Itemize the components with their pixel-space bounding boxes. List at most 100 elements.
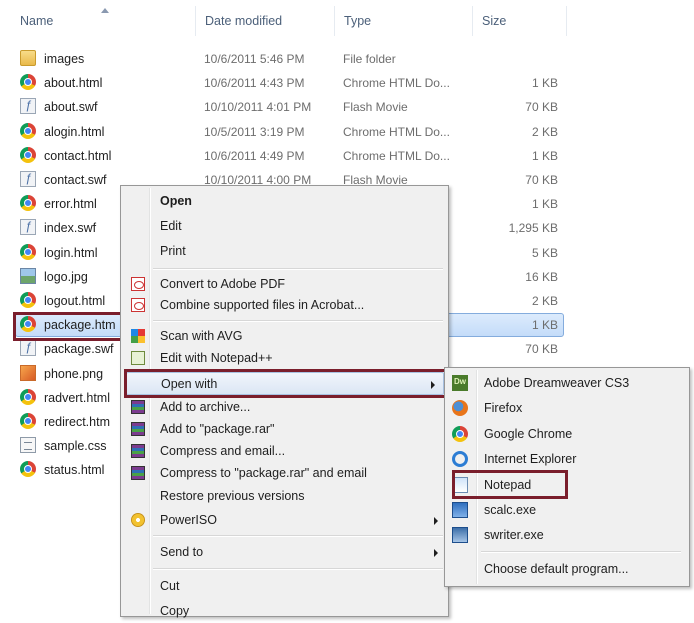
file-name: redirect.htm — [44, 415, 110, 429]
file-size: 70 KB — [525, 342, 558, 357]
menu-item-label: Restore previous versions — [160, 489, 305, 503]
file-row[interactable]: contact.html 10/6/2011 4:49 PM Chrome HTML… — [16, 144, 566, 168]
file-size: 2 KB — [531, 294, 558, 308]
menu-item-label: Convert to Adobe PDF — [160, 277, 286, 291]
column-divider[interactable] — [566, 6, 567, 36]
menu-item-compress-rar-email[interactable]: Compress to "package.rar" and email — [121, 462, 446, 485]
submenu-item-choose-default[interactable]: Choose default program... — [445, 558, 687, 581]
menu-item-open[interactable]: Open — [121, 190, 446, 213]
flash-icon — [20, 219, 36, 236]
submenu-arrow-icon — [434, 549, 438, 557]
file-size: 16 KB — [525, 269, 558, 284]
chrome-icon — [20, 122, 36, 139]
submenu-item-scalc[interactable]: scalc.exe — [445, 499, 687, 522]
column-size-header[interactable]: Size — [482, 14, 506, 28]
spreadsheet-icon — [452, 502, 468, 518]
menu-item-label: Adobe Dreamweaver CS3 — [484, 376, 630, 390]
menu-item-scan-avg[interactable]: Scan with AVG — [121, 325, 446, 348]
menu-item-cut[interactable]: Cut — [121, 575, 446, 598]
menu-item-label: Scan with AVG — [160, 329, 243, 343]
menu-separator — [153, 320, 443, 322]
menu-item-label: Choose default program... — [484, 562, 629, 576]
menu-item-label: Edit with Notepad++ — [160, 351, 273, 365]
menu-item-copy[interactable]: Copy — [121, 600, 446, 623]
winrar-icon — [131, 422, 145, 436]
image-icon — [20, 267, 36, 284]
file-type: Chrome HTML Do... — [343, 148, 450, 163]
css-icon — [20, 437, 36, 454]
column-name-header[interactable]: Name — [20, 14, 53, 28]
menu-item-label: Edit — [160, 219, 182, 233]
menu-item-poweriso[interactable]: PowerISO — [121, 509, 446, 532]
chrome-icon — [20, 461, 36, 478]
menu-separator — [481, 551, 681, 553]
adobe-pdf-icon — [131, 277, 145, 291]
submenu-item-firefox[interactable]: Firefox — [445, 397, 687, 420]
chrome-icon — [20, 146, 36, 163]
menu-item-add-archive[interactable]: Add to archive... — [121, 396, 446, 419]
menu-item-send-to[interactable]: Send to — [121, 541, 446, 564]
file-size: 5 KB — [531, 245, 558, 260]
file-highlight-box — [13, 312, 124, 341]
file-size: 2 KB — [531, 124, 558, 139]
file-size: 1 KB — [531, 148, 558, 163]
writer-icon — [452, 527, 468, 543]
column-type-header[interactable]: Type — [344, 14, 371, 28]
menu-item-compress-email[interactable]: Compress and email... — [121, 440, 446, 463]
file-date: 10/6/2011 4:43 PM — [204, 76, 305, 91]
column-divider[interactable] — [472, 6, 473, 36]
menu-item-label: Compress to "package.rar" and email — [160, 466, 367, 480]
column-date-header[interactable]: Date modified — [205, 14, 282, 28]
column-divider[interactable] — [334, 6, 335, 36]
menu-item-restore-versions[interactable]: Restore previous versions — [121, 485, 446, 508]
menu-item-combine-acrobat[interactable]: Combine supported files in Acrobat... — [121, 294, 446, 317]
sort-ascending-icon — [101, 8, 109, 13]
file-name: logout.html — [44, 294, 106, 308]
submenu-item-internet-explorer[interactable]: Internet Explorer — [445, 448, 687, 471]
file-name: package.swf — [44, 342, 114, 357]
firefox-icon — [452, 400, 468, 416]
poweriso-icon — [131, 513, 145, 527]
file-size: 1 KB — [531, 76, 558, 91]
file-type: Flash Movie — [343, 100, 408, 115]
flash-icon — [20, 98, 36, 115]
file-row[interactable]: alogin.html 10/5/2011 3:19 PM Chrome HTML … — [16, 120, 566, 144]
menu-item-label: Add to "package.rar" — [160, 422, 275, 436]
chrome-icon — [20, 74, 36, 91]
flash-icon — [20, 340, 36, 357]
file-row[interactable]: about.swf 10/10/2011 4:01 PM Flash Movie 70… — [16, 95, 566, 119]
flash-icon — [20, 171, 36, 187]
file-row[interactable]: about.html 10/6/2011 4:43 PM Chrome HTML D… — [16, 71, 566, 95]
menu-separator — [153, 568, 443, 570]
column-divider[interactable] — [195, 6, 196, 36]
file-date: 10/5/2011 3:19 PM — [204, 124, 305, 139]
file-type: File folder — [343, 52, 396, 66]
submenu-item-swriter[interactable]: swriter.exe — [445, 524, 687, 547]
menu-item-label: Compress and email... — [160, 444, 286, 458]
menu-item-edit[interactable]: Edit — [121, 215, 446, 238]
file-name: contact.swf — [44, 173, 107, 187]
file-row[interactable]: images 10/6/2011 5:46 PM File folder — [16, 47, 566, 71]
dreamweaver-icon: Dw — [452, 375, 468, 391]
menu-item-label: Firefox — [484, 401, 523, 415]
file-size: 70 KB — [525, 173, 558, 187]
chrome-icon — [452, 426, 468, 442]
submenu-item-dreamweaver[interactable]: Dw Adobe Dreamweaver CS3 — [445, 372, 687, 395]
file-name: phone.png — [44, 366, 104, 381]
avg-icon — [131, 329, 145, 343]
file-name: logo.jpg — [44, 269, 88, 284]
winrar-icon — [131, 400, 145, 414]
menu-item-print[interactable]: Print — [121, 240, 446, 263]
menu-item-edit-notepadpp[interactable]: Edit with Notepad++ — [121, 347, 446, 370]
chrome-icon — [20, 243, 36, 260]
menu-item-label: PowerISO — [160, 513, 217, 527]
file-size: 1,295 KB — [508, 221, 558, 236]
file-name: about.swf — [44, 100, 98, 115]
menu-item-label: Internet Explorer — [484, 452, 577, 466]
file-type: Chrome HTML Do... — [343, 124, 450, 139]
submenu-item-chrome[interactable]: Google Chrome — [445, 423, 687, 446]
menu-separator — [153, 535, 443, 537]
menu-item-add-rar[interactable]: Add to "package.rar" — [121, 418, 446, 441]
acrobat-combine-icon — [131, 298, 145, 312]
menu-item-convert-pdf[interactable]: Convert to Adobe PDF — [121, 273, 446, 296]
